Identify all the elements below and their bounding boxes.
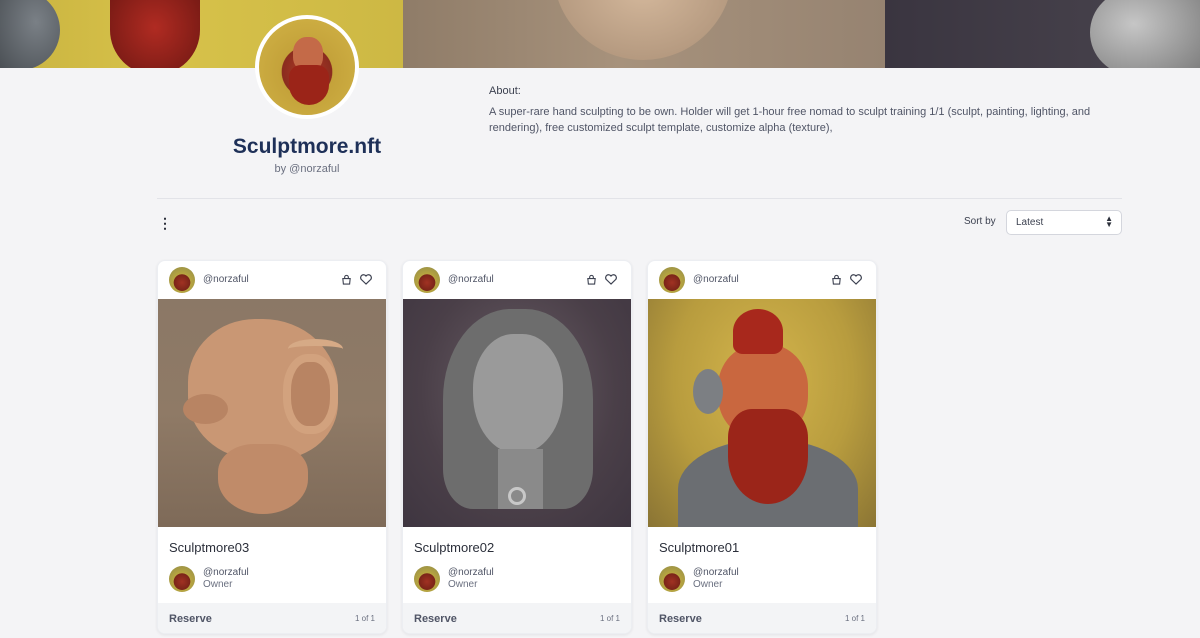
card-footer: Reserve 1 of 1 [158,603,386,633]
about-text: A super-rare hand sculpting to be own. H… [489,106,1091,134]
nft-card[interactable]: @norzaful Sculptmore03 @norzaful Owner R… [157,260,387,634]
card-header: @norzaful [648,261,876,299]
profile-banner [0,0,1200,68]
collection-creator[interactable]: by @norzaful [157,163,457,175]
divider [157,198,1122,199]
avatar[interactable] [659,267,685,293]
edition-count: 1 of 1 [844,614,865,623]
reserve-button[interactable]: Reserve [414,613,457,625]
creator-handle[interactable]: @norzaful [693,274,739,285]
about-label: About: [489,85,521,97]
owner-role: Owner [203,579,233,590]
avatar[interactable] [414,267,440,293]
heart-icon[interactable] [360,274,372,285]
nft-image[interactable] [158,299,386,527]
owner-name[interactable]: @norzaful [203,567,249,578]
owner-name[interactable]: @norzaful [693,567,739,578]
heart-icon[interactable] [605,274,617,285]
card-header: @norzaful [403,261,631,299]
bag-icon[interactable] [586,274,597,285]
card-header: @norzaful [158,261,386,299]
edition-count: 1 of 1 [599,614,620,623]
heart-icon[interactable] [850,274,862,285]
nft-image[interactable] [648,299,876,527]
bag-icon[interactable] [341,274,352,285]
sort-label: Sort by [964,216,996,227]
avatar[interactable] [414,566,440,592]
banner-image-3 [885,0,1200,68]
sort-select[interactable]: Latest ▲ ▼ [1006,210,1122,235]
nft-title[interactable]: Sculptmore02 [414,540,494,555]
kebab-menu-icon[interactable]: ⋮ [158,215,172,231]
nft-image[interactable] [403,299,631,527]
avatar[interactable] [659,566,685,592]
avatar[interactable] [169,267,195,293]
reserve-button[interactable]: Reserve [659,613,702,625]
nft-card[interactable]: @norzaful Sculptmore01 @norzaful Owner R… [647,260,877,634]
owner-role: Owner [693,579,723,590]
creator-handle[interactable]: @norzaful [448,274,494,285]
edition-count: 1 of 1 [354,614,375,623]
banner-image-2 [403,0,885,68]
chevron-updown-icon: ▲ ▼ [1105,214,1113,229]
nft-title[interactable]: Sculptmore01 [659,540,739,555]
creator-handle[interactable]: @norzaful [203,274,249,285]
sort-select-value: Latest [1016,217,1044,228]
avatar[interactable] [169,566,195,592]
bag-icon[interactable] [831,274,842,285]
collection-avatar [255,15,359,119]
reserve-button[interactable]: Reserve [169,613,212,625]
card-footer: Reserve 1 of 1 [648,603,876,633]
nft-card[interactable]: @norzaful Sculptmore02 @norzaful Owner R… [402,260,632,634]
nft-title[interactable]: Sculptmore03 [169,540,249,555]
card-footer: Reserve 1 of 1 [403,603,631,633]
owner-role: Owner [448,579,478,590]
owner-name[interactable]: @norzaful [448,567,494,578]
collection-title: Sculptmore.nft [232,135,382,158]
